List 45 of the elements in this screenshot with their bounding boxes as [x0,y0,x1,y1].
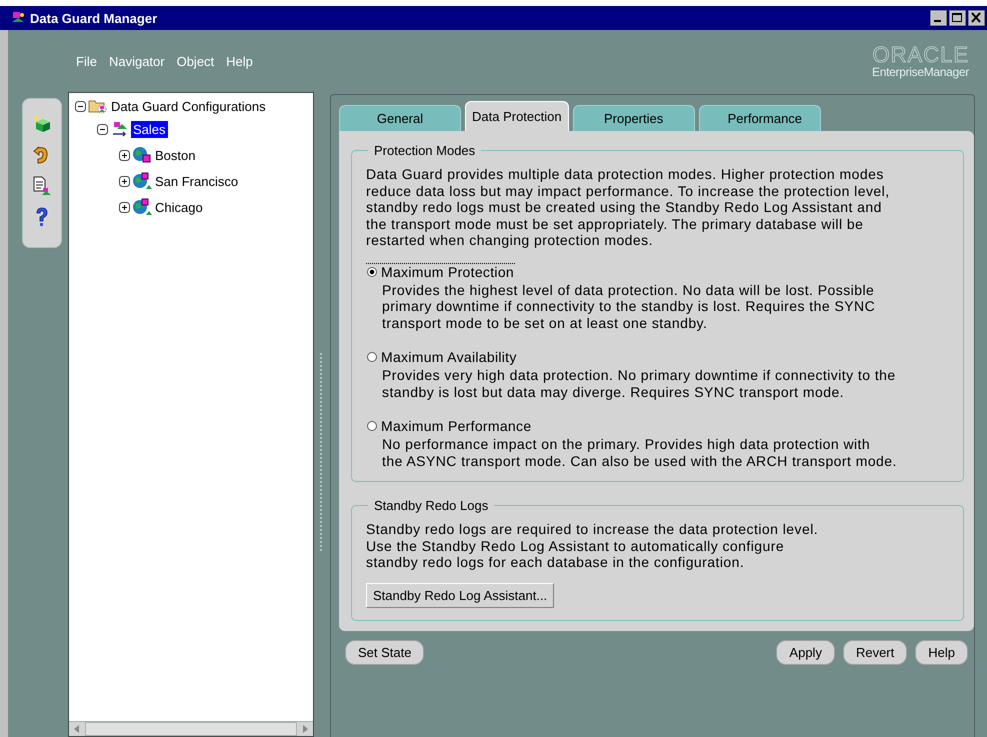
footer-button[interactable]: Revert [842,640,908,664]
logo-brand: ORACLE [872,44,969,66]
menu-item[interactable]: Help [226,54,253,68]
expand-icon[interactable] [119,176,130,186]
tab[interactable]: Properties [572,105,695,131]
menu-item[interactable]: File [76,54,97,68]
assistant-button[interactable]: Standby Redo Log Assistant... [366,582,554,608]
radio-option[interactable]: Maximum Protection [366,262,515,280]
tree-item[interactable]: Chicago [153,198,205,216]
window-title: Data Guard Manager [30,10,158,26]
tree-item[interactable]: Sales [131,120,168,138]
group-title: Protection Modes [373,143,476,158]
globe-icon [132,198,152,216]
configuration-icon [110,120,130,138]
logo-product: EnterpriseManager [872,66,969,78]
description-text: Standby redo logs are required to increase the data protection level. Use the Standby Redo Log Assistant to automatically configure standby redo logs for each database in the configuration. [366,521,820,570]
radio-option[interactable]: Maximum Availability [366,349,518,365]
cube-icon[interactable] [31,113,53,135]
maximize-icon[interactable] [949,10,966,26]
menu-item[interactable]: Navigator [108,54,165,68]
option-description: No performance impact on the primary. Provides high data protection with the ASYNC transport mode. Can also be used with the ARCH transport mode. [382,436,898,469]
footer-button[interactable]: Apply [776,640,835,664]
tab[interactable]: Performance [698,105,821,131]
radio-option[interactable]: Maximum Performance [366,418,532,434]
footer-button[interactable]: Help [915,640,968,664]
option-description: Provides the highest level of data protection. No data will be lost. Possible primary downtime if connectivity to the standby is lost. Requires the SYNC transport mode to be set on at least one standby. [382,282,876,331]
option-description: Provides very high data protection. No primary downtime if connectivity to the standby is lost but data may diverge. Requires SYNC transport mode. [382,367,897,400]
tab[interactable]: General [339,105,461,131]
globe-icon [132,146,152,164]
collapse-icon[interactable] [75,100,86,112]
tab[interactable]: Data Protection [465,101,569,131]
tree-item[interactable]: Data Guard Configurations [109,98,268,114]
menu-item[interactable]: Object [176,54,214,68]
minimize-icon[interactable] [930,10,947,26]
collapse-icon[interactable] [97,124,108,134]
group-title: Standby Redo Logs [373,498,490,513]
expand-icon[interactable] [119,150,130,160]
tree-item[interactable]: San Francisco [153,172,240,190]
globe-icon [132,172,152,190]
set-state-button[interactable]: Set State [345,640,424,664]
close-icon[interactable] [968,10,985,26]
description-text: Data Guard provides multiple data protection modes. Higher protection modes reduce data loss but may impact performance. To increase the protection level, standby redo logs must be created using the Standby Redo Log Assistant and the transport mode must be set appropriately. The primary database will be restarted when changing protection modes. [366,166,891,248]
tree-item[interactable]: Boston [153,146,198,164]
expand-icon[interactable] [119,202,130,212]
document-icon[interactable] [31,175,53,197]
